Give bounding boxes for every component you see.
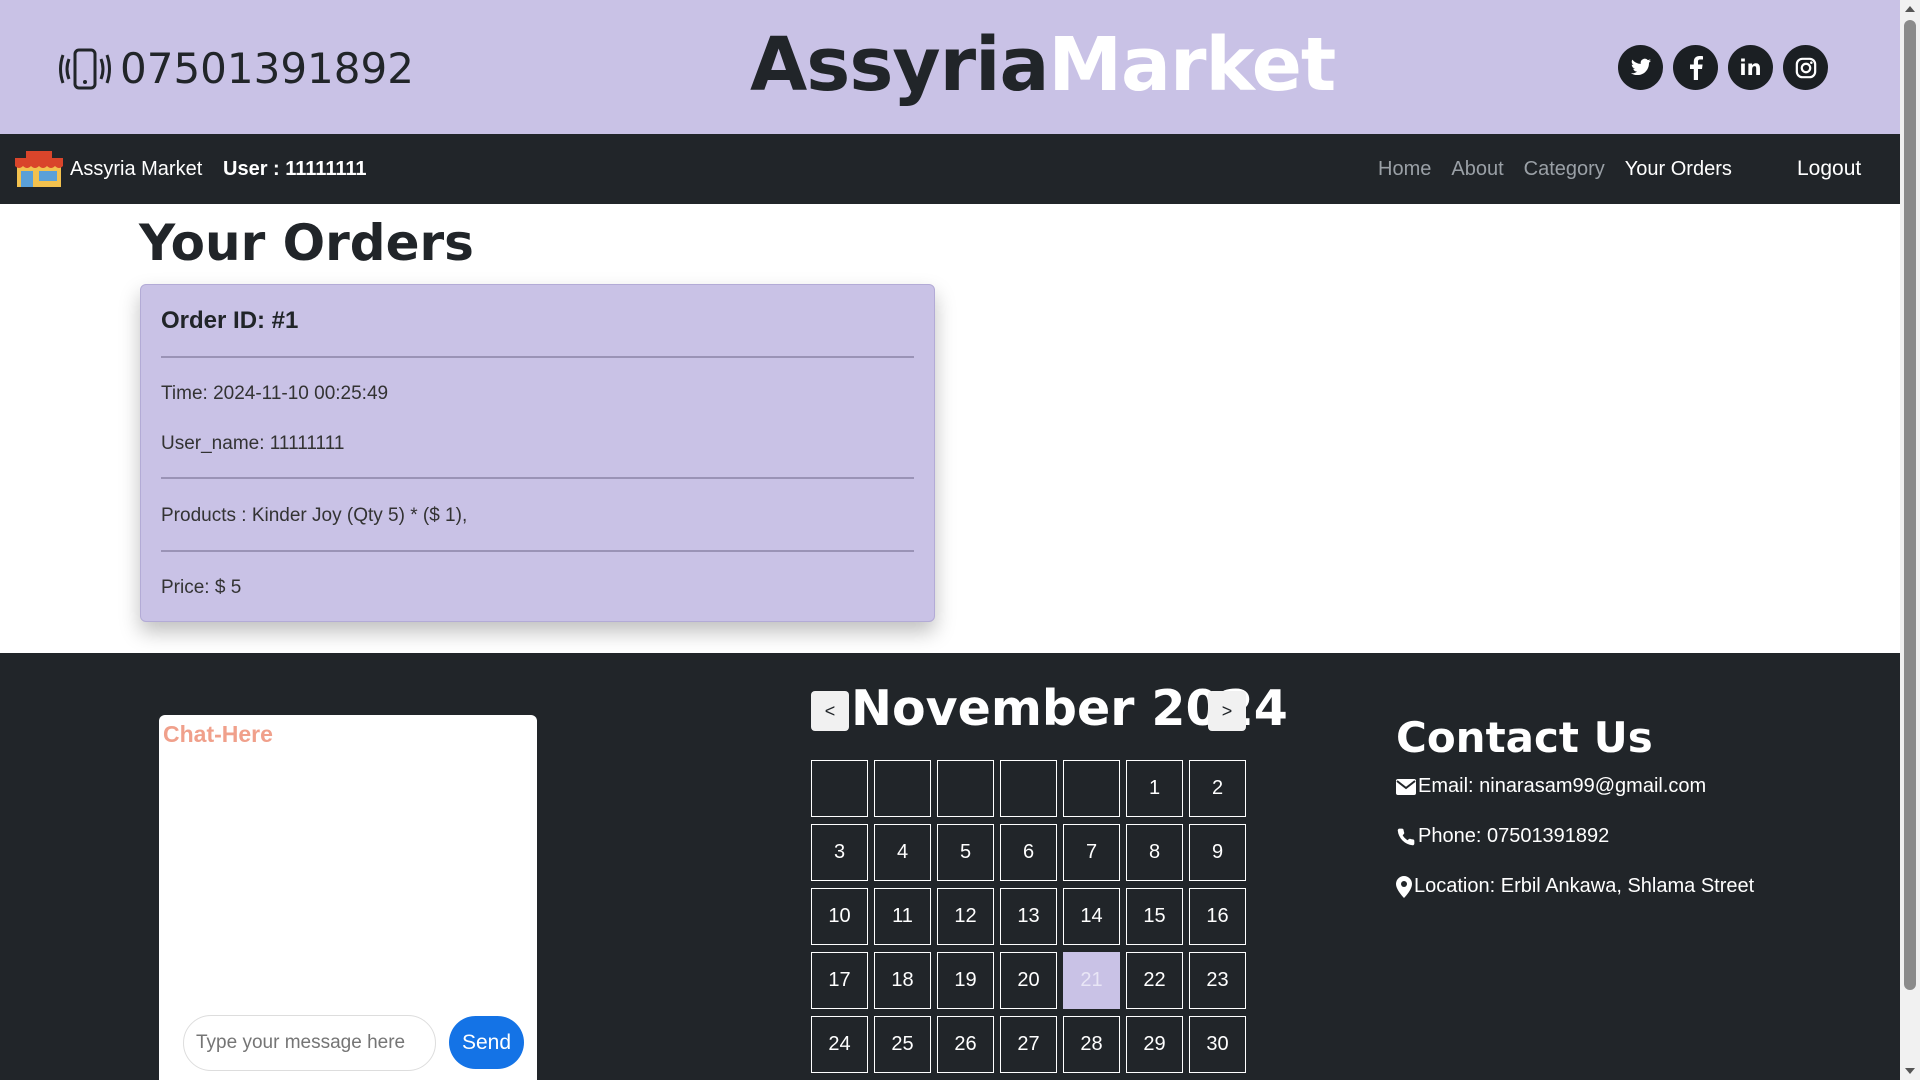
twitter-icon[interactable]	[1618, 45, 1663, 90]
scroll-down-arrow-icon[interactable]	[1905, 1068, 1915, 1074]
envelope-icon	[1396, 778, 1416, 795]
calendar-day[interactable]: 19	[937, 952, 994, 1009]
nav-links: Home About Category Your Orders	[1378, 158, 1732, 181]
top-header: 07501391892 AssyriaMarket in	[0, 0, 1900, 134]
calendar-day[interactable]: 15	[1126, 888, 1183, 945]
calendar-day[interactable]: 10	[811, 888, 868, 945]
phone-icon	[1397, 828, 1415, 845]
calendar-day[interactable]: 7	[1063, 824, 1120, 881]
brand-part-assyria: Assyria	[750, 22, 1049, 108]
calendar-day[interactable]: 4	[874, 824, 931, 881]
page-scrollbar[interactable]	[1900, 0, 1920, 1080]
order-products: Products : Kinder Joy (Qty 5) * ($ 1),	[161, 505, 468, 526]
calendar-day[interactable]: 17	[811, 952, 868, 1009]
contact-title: Contact Us	[1396, 713, 1653, 762]
calendar-day[interactable]: 23	[1189, 952, 1246, 1009]
calendar-empty-cell	[1063, 760, 1120, 817]
calendar-day[interactable]: 6	[1000, 824, 1057, 881]
calendar-day[interactable]: 22	[1126, 952, 1183, 1009]
facebook-icon[interactable]	[1673, 45, 1718, 90]
chat-title: Chat-Here	[163, 721, 273, 747]
calendar-header: < November 2024 >	[811, 680, 1288, 737]
vibrating-phone-icon	[59, 48, 111, 89]
nav-link-your-orders[interactable]: Your Orders	[1625, 158, 1732, 181]
calendar-day[interactable]: 30	[1189, 1016, 1246, 1073]
calendar-prev-button[interactable]: <	[811, 691, 849, 731]
calendar-grid: 1 2 3 4 5 6 7 8 9 10 11 12 13 14 15 16 17 18 19 20 21 22 23 24 2…	[811, 760, 1248, 1073]
calendar-day[interactable]: 3	[811, 824, 868, 881]
contact-location-text: Location: Erbil Ankawa, Shlama Street	[1414, 875, 1755, 897]
calendar-day[interactable]: 24	[811, 1016, 868, 1073]
calendar-day[interactable]: 25	[874, 1016, 931, 1073]
page-title: Your Orders	[139, 214, 474, 272]
calendar-day[interactable]: 12	[937, 888, 994, 945]
calendar-empty-cell	[874, 760, 931, 817]
instagram-icon[interactable]	[1783, 45, 1828, 90]
nav-link-category[interactable]: Category	[1524, 158, 1605, 181]
divider	[161, 356, 914, 358]
calendar-day[interactable]: 2	[1189, 760, 1246, 817]
calendar-day-today[interactable]: 21	[1063, 952, 1120, 1009]
calendar-day[interactable]: 26	[937, 1016, 994, 1073]
market-store-icon[interactable]	[14, 149, 64, 189]
contact-location: Location: Erbil Ankawa, Shlama Street	[1396, 875, 1754, 898]
calendar-empty-cell	[1000, 760, 1057, 817]
chat-widget: Chat-Here Send	[159, 715, 537, 1080]
header-phone: 07501391892	[58, 44, 414, 93]
current-user: User : 11111111	[223, 158, 367, 180]
calendar-day[interactable]: 27	[1000, 1016, 1057, 1073]
nav-link-home[interactable]: Home	[1378, 158, 1431, 181]
calendar-next-button[interactable]: >	[1208, 691, 1246, 731]
calendar-day[interactable]: 29	[1126, 1016, 1183, 1073]
brand-part-market: Market	[1048, 22, 1336, 108]
chat-send-button[interactable]: Send	[449, 1016, 524, 1069]
order-time: Time: 2024-11-10 00:25:49	[161, 383, 389, 404]
calendar-day[interactable]: 1	[1126, 760, 1183, 817]
calendar-day[interactable]: 28	[1063, 1016, 1120, 1073]
scroll-up-arrow-icon[interactable]	[1905, 6, 1915, 12]
order-price: Price: $ 5	[161, 577, 242, 598]
scrollbar-thumb[interactable]	[1904, 20, 1916, 990]
calendar-day[interactable]: 8	[1126, 824, 1183, 881]
social-links: in	[1618, 45, 1828, 90]
nav-link-about[interactable]: About	[1451, 158, 1503, 181]
divider	[161, 550, 914, 552]
calendar-day[interactable]: 20	[1000, 952, 1057, 1009]
contact-phone: Phone: 07501391892	[1396, 825, 1609, 848]
calendar-day[interactable]: 13	[1000, 888, 1057, 945]
calendar-day[interactable]: 16	[1189, 888, 1246, 945]
chat-message-input[interactable]	[183, 1015, 436, 1071]
calendar-day[interactable]: 14	[1063, 888, 1120, 945]
divider	[161, 477, 914, 479]
contact-phone-text: Phone: 07501391892	[1418, 825, 1610, 847]
contact-email-text: Email: ninarasam99@gmail.com	[1418, 775, 1707, 797]
calendar-day[interactable]: 18	[874, 952, 931, 1009]
header-phone-number: 07501391892	[120, 44, 414, 93]
map-pin-icon	[1396, 875, 1412, 898]
site-logo-text[interactable]: AssyriaMarket	[750, 22, 1336, 108]
navbar-brand[interactable]: Assyria Market	[70, 158, 202, 181]
calendar-day[interactable]: 9	[1189, 824, 1246, 881]
order-username: User_name: 11111111	[161, 433, 345, 454]
order-card: Order ID: #1 Time: 2024-11-10 00:25:49 U…	[140, 284, 935, 622]
logout-link[interactable]: Logout	[1797, 157, 1861, 181]
contact-email: Email: ninarasam99@gmail.com	[1396, 775, 1706, 798]
calendar-empty-cell	[811, 760, 868, 817]
linkedin-icon[interactable]: in	[1728, 45, 1773, 90]
navbar: Assyria Market User : 11111111 Home Abou…	[0, 134, 1900, 204]
calendar-empty-cell	[937, 760, 994, 817]
order-id: Order ID: #1	[161, 307, 299, 334]
calendar-day[interactable]: 5	[937, 824, 994, 881]
calendar-day[interactable]: 11	[874, 888, 931, 945]
